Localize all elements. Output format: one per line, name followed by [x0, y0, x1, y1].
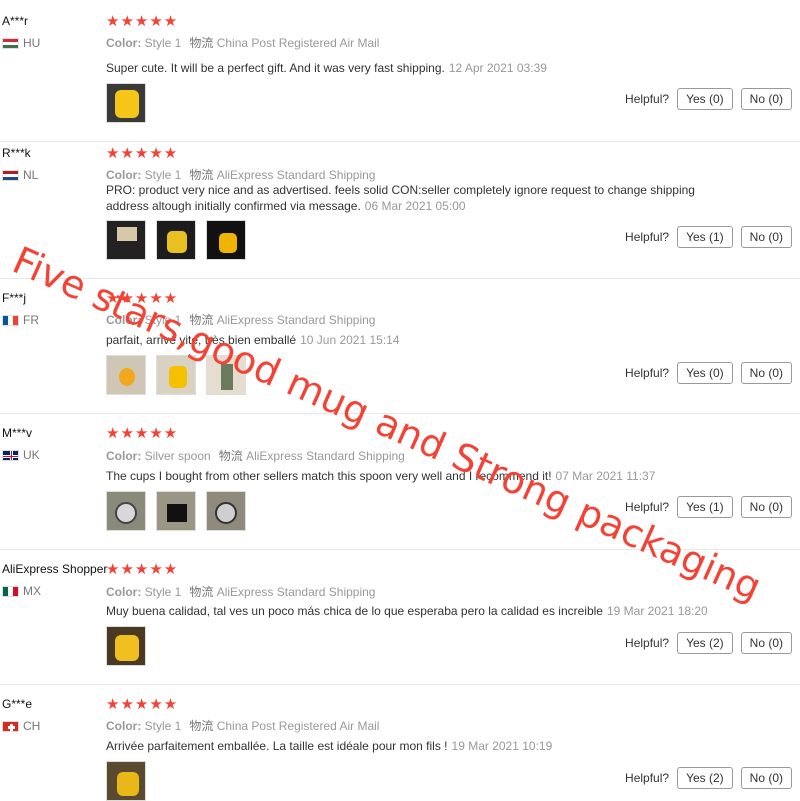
helpful-label: Helpful? [625, 771, 670, 785]
review-text: Muy buena calidad, tal ves un poco más c… [106, 604, 708, 618]
review-photo-thumbnail[interactable] [156, 355, 196, 395]
country-code: FR [23, 313, 39, 327]
review-text: PRO: product very nice and as advertised… [106, 183, 695, 213]
review-photo-thumbnail[interactable] [106, 355, 146, 395]
review-photo-thumbnail[interactable] [206, 491, 246, 531]
review-text: Arrivée parfaitement emballée. La taille… [106, 739, 553, 753]
reviewer-name: M***v [2, 426, 33, 440]
review-photo-thumbnail[interactable] [106, 220, 146, 260]
helpful-label: Helpful? [625, 92, 670, 106]
review-meta: Color: Silver spoon 物流 AliExpress Standar… [106, 449, 405, 463]
reviewer-name: R***k [2, 146, 31, 160]
star-rating: ★★★★★ [106, 561, 179, 578]
hungary-flag-icon [2, 37, 19, 49]
helpful-yes-button[interactable]: Yes (1) [677, 496, 733, 518]
reviewer-country: MX [2, 584, 41, 598]
uk-flag-icon [2, 449, 19, 461]
helpful-label: Helpful? [625, 636, 670, 650]
review-photo-thumbnail[interactable] [206, 355, 246, 395]
reviewer-name: A***r [2, 14, 29, 28]
star-rating: ★★★★★ [106, 696, 179, 713]
star-rating: ★★★★★ [106, 13, 179, 30]
star-rating: ★★★★★ [106, 145, 179, 162]
review-text: parfait, arrivé vite, très bien emballé 1… [106, 333, 400, 347]
country-code: MX [23, 584, 41, 598]
review-meta: Color: Style 1 物流 China Post Registered A… [106, 719, 380, 733]
reviewer-country: FR [2, 313, 39, 327]
review-photo-thumbnail[interactable] [156, 491, 196, 531]
review-photo-thumbnail[interactable] [106, 83, 146, 123]
review-item: M***v UK ★★★★★ Color: Silver spoon 物流 Ali… [0, 414, 800, 550]
helpful-yes-button[interactable]: Yes (1) [677, 226, 733, 248]
review-text: Super cute. It will be a perfect gift. A… [106, 61, 547, 75]
helpful-no-button[interactable]: No (0) [740, 362, 792, 384]
country-code: UK [23, 448, 40, 462]
reviewer-country: CH [2, 719, 40, 733]
review-meta: Color: Style 1 物流 AliExpress Standard Shi… [106, 168, 376, 182]
reviewer-country: UK [2, 448, 40, 462]
star-rating: ★★★★★ [106, 425, 179, 442]
helpful-label: Helpful? [625, 366, 670, 380]
helpful-yes-button[interactable]: Yes (2) [677, 632, 733, 654]
review-item: A***r HU ★★★★★ Color: Style 1 物流 China Po… [0, 10, 800, 142]
helpful-yes-button[interactable]: Yes (2) [677, 767, 733, 789]
star-rating: ★★★★★ [106, 290, 179, 307]
review-photo-thumbnail[interactable] [106, 491, 146, 531]
helpful-yes-button[interactable]: Yes (0) [677, 362, 733, 384]
mexico-flag-icon [2, 585, 19, 597]
helpful-label: Helpful? [625, 500, 670, 514]
review-photo-thumbnail[interactable] [106, 761, 146, 801]
helpful-no-button[interactable]: No (0) [740, 496, 792, 518]
review-item: R***k NL ★★★★★ Color: Style 1 物流 AliExpre… [0, 142, 800, 279]
netherlands-flag-icon [2, 169, 19, 181]
switzerland-flag-icon [2, 720, 19, 732]
reviewer-name: AliExpress Shopper [2, 562, 108, 576]
helpful-label: Helpful? [625, 230, 670, 244]
france-flag-icon [2, 314, 19, 326]
review-item: G***e CH ★★★★★ Color: Style 1 物流 China Po… [0, 685, 800, 801]
helpful-no-button[interactable]: No (0) [740, 632, 792, 654]
country-code: CH [23, 719, 41, 733]
reviewer-country: HU [2, 36, 40, 50]
reviewer-name: G***e [2, 697, 33, 711]
review-meta: Color: Style 1 物流 AliExpress Standard Shi… [106, 313, 376, 327]
helpful-no-button[interactable]: No (0) [740, 226, 792, 248]
review-photo-thumbnail[interactable] [106, 626, 146, 666]
country-code: HU [23, 36, 41, 50]
helpful-no-button[interactable]: No (0) [740, 767, 792, 789]
review-photo-thumbnail[interactable] [206, 220, 246, 260]
reviewer-country: NL [2, 168, 38, 182]
review-item: F***j FR ★★★★★ Color: Style 1 物流 AliExpre… [0, 279, 800, 414]
review-meta: Color: Style 1 物流 AliExpress Standard Shi… [106, 585, 376, 599]
review-item: AliExpress Shopper MX ★★★★★ Color: Style… [0, 550, 800, 685]
country-code: NL [23, 168, 39, 182]
review-meta: Color: Style 1 物流 China Post Registered A… [106, 36, 380, 50]
review-text: The cups I bought from other sellers mat… [106, 469, 656, 483]
review-photo-thumbnail[interactable] [156, 220, 196, 260]
helpful-no-button[interactable]: No (0) [740, 88, 792, 110]
reviewer-name: F***j [2, 291, 27, 305]
helpful-yes-button[interactable]: Yes (0) [677, 88, 733, 110]
